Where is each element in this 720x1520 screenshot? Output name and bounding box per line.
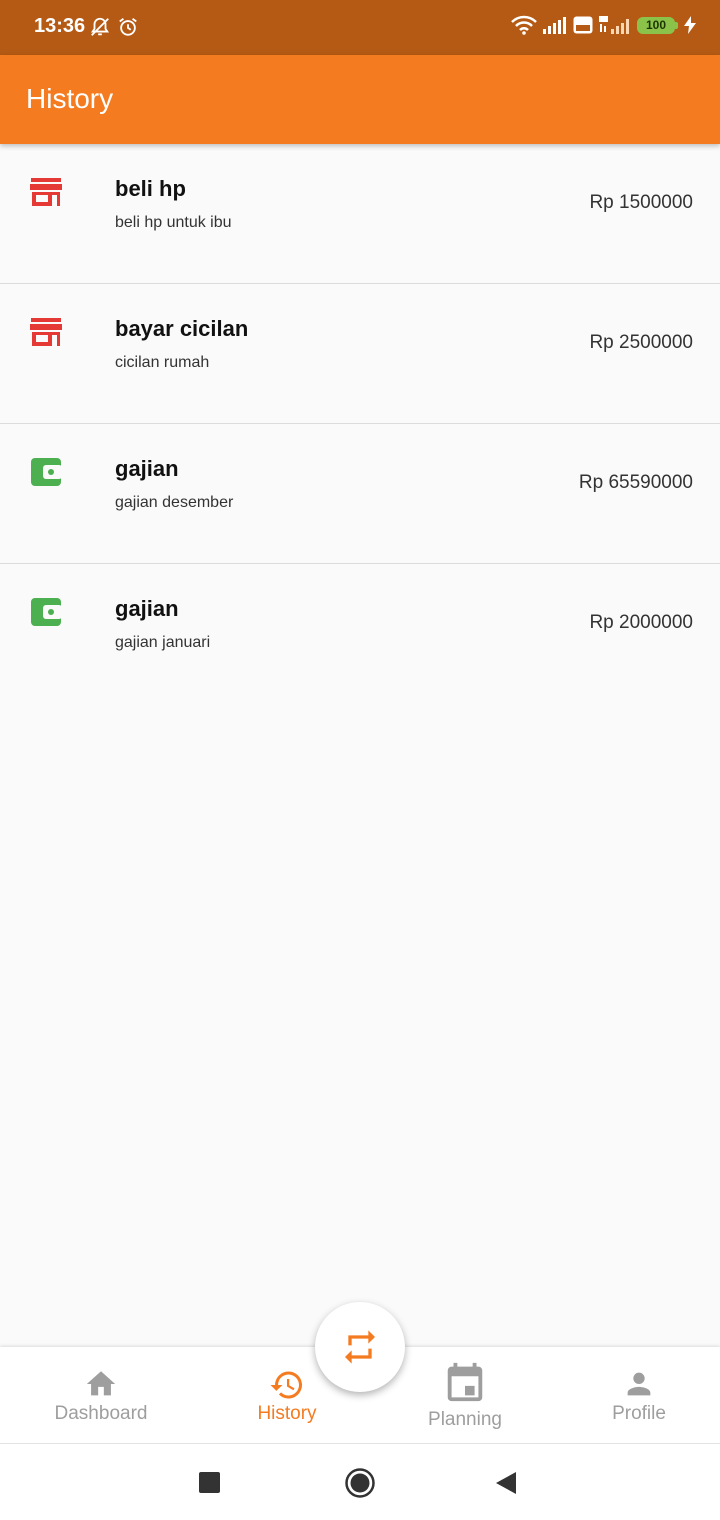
home-icon bbox=[86, 1371, 116, 1396]
transaction-list: beli hp beli hp untuk ibu Rp 1500000 bay… bbox=[0, 144, 720, 704]
status-bar: 13:36 100 bbox=[0, 0, 720, 55]
system-nav-bar bbox=[0, 1443, 720, 1520]
repeat-icon bbox=[345, 1330, 375, 1364]
store-icon bbox=[30, 178, 62, 206]
transaction-amount: Rp 1500000 bbox=[589, 192, 693, 213]
transaction-title: beli hp bbox=[115, 176, 186, 201]
alarm-icon bbox=[119, 18, 137, 36]
transaction-amount: Rp 2500000 bbox=[589, 332, 693, 353]
transaction-amount: Rp 2000000 bbox=[589, 612, 693, 633]
charging-icon bbox=[684, 16, 696, 34]
transaction-subtitle: gajian januari bbox=[115, 634, 211, 651]
battery-level: 100 bbox=[637, 16, 675, 34]
4g-signal-icon bbox=[599, 16, 629, 34]
transaction-title: bayar cicilan bbox=[115, 316, 249, 341]
signal-icon bbox=[543, 17, 566, 34]
wallet-icon bbox=[31, 458, 62, 486]
transaction-fab-button[interactable] bbox=[315, 1302, 405, 1392]
nav-label: Planning bbox=[428, 1409, 502, 1430]
battery-indicator: 100 bbox=[637, 16, 678, 34]
list-item[interactable]: beli hp beli hp untuk ibu Rp 1500000 bbox=[0, 144, 720, 284]
transaction-subtitle: beli hp untuk ibu bbox=[115, 214, 232, 231]
store-icon bbox=[30, 318, 62, 346]
back-button[interactable] bbox=[495, 1471, 517, 1495]
mute-bell-icon bbox=[90, 17, 110, 36]
transaction-subtitle: gajian desember bbox=[115, 494, 234, 511]
person-icon bbox=[627, 1372, 651, 1396]
app-bar: History bbox=[0, 55, 720, 144]
nav-dashboard[interactable]: Dashboard bbox=[16, 1347, 186, 1443]
page-title: History bbox=[26, 83, 114, 114]
nav-label: Dashboard bbox=[54, 1403, 148, 1424]
status-time: 13:36 bbox=[34, 15, 86, 37]
nav-planning[interactable]: Planning bbox=[380, 1347, 550, 1443]
volte-icon bbox=[573, 16, 593, 34]
list-item[interactable]: bayar cicilan cicilan rumah Rp 2500000 bbox=[0, 284, 720, 424]
transaction-subtitle: cicilan rumah bbox=[115, 354, 210, 371]
transaction-title: gajian bbox=[115, 596, 179, 621]
list-item[interactable]: gajian gajian desember Rp 65590000 bbox=[0, 424, 720, 564]
nav-label: History bbox=[257, 1403, 317, 1424]
list-item[interactable]: gajian gajian januari Rp 2000000 bbox=[0, 564, 720, 704]
home-button[interactable] bbox=[344, 1467, 376, 1499]
transaction-title: gajian bbox=[115, 456, 179, 481]
nav-label: Profile bbox=[612, 1403, 666, 1424]
recents-button[interactable] bbox=[199, 1472, 220, 1493]
wifi-icon bbox=[511, 15, 537, 35]
nav-profile[interactable]: Profile bbox=[554, 1347, 720, 1443]
calendar-icon bbox=[447, 1362, 483, 1402]
wallet-icon bbox=[31, 598, 62, 626]
history-icon bbox=[270, 1371, 302, 1399]
transaction-amount: Rp 65590000 bbox=[578, 472, 693, 493]
